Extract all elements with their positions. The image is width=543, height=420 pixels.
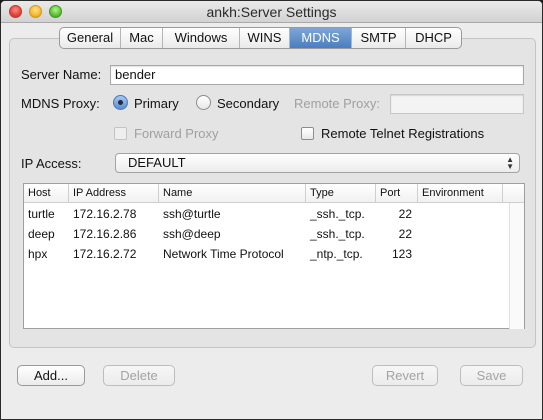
- cell-host: hpx: [28, 247, 48, 261]
- delete-button[interactable]: Delete: [103, 365, 175, 386]
- server-name-field[interactable]: bender: [110, 65, 524, 85]
- table-row[interactable]: hpx 172.16.2.72 Network Time Protocol _n…: [24, 244, 524, 264]
- cell-host: deep: [28, 227, 55, 241]
- secondary-radio-label[interactable]: Secondary: [217, 96, 279, 111]
- forward-proxy-checkbox[interactable]: [114, 127, 127, 140]
- cell-environment: [418, 204, 503, 224]
- table-row[interactable]: deep 172.16.2.86 ssh@deep _ssh._tcp. 22: [24, 224, 524, 244]
- save-button[interactable]: Save: [460, 365, 523, 386]
- cell-name: Network Time Protocol: [163, 247, 284, 261]
- column-header-type[interactable]: Type: [306, 184, 376, 202]
- primary-radio-label[interactable]: Primary: [134, 96, 179, 111]
- tab-wins[interactable]: WINS: [240, 28, 290, 48]
- table-body: turtle 172.16.2.78 ssh@turtle _ssh._tcp.…: [24, 204, 524, 264]
- remote-proxy-label: Remote Proxy:: [294, 96, 380, 111]
- revert-button[interactable]: Revert: [372, 365, 438, 386]
- mdns-proxy-label: MDNS Proxy:: [21, 96, 100, 111]
- column-header-host[interactable]: Host: [24, 184, 69, 202]
- remote-telnet-checkbox[interactable]: [301, 127, 314, 140]
- cell-port: 123: [391, 247, 412, 261]
- tab-windows[interactable]: Windows: [163, 28, 240, 48]
- tab-dhcp[interactable]: DHCP: [406, 28, 461, 48]
- column-header-environment[interactable]: Environment: [418, 184, 503, 202]
- secondary-radio[interactable]: [196, 95, 211, 110]
- column-header-port[interactable]: Port: [376, 184, 418, 202]
- ip-access-label: IP Access:: [21, 156, 82, 171]
- add-button[interactable]: Add...: [17, 365, 85, 386]
- cell-ip-address: 172.16.2.72: [73, 247, 137, 261]
- cell-port: 22: [398, 227, 412, 241]
- tab-general[interactable]: General: [60, 28, 121, 48]
- tab-mac[interactable]: Mac: [121, 28, 163, 48]
- window-title: ankh:Server Settings: [206, 4, 337, 20]
- cell-environment: [418, 244, 503, 264]
- tab-mdns[interactable]: MDNS: [290, 28, 352, 48]
- remote-telnet-label[interactable]: Remote Telnet Registrations: [321, 126, 484, 141]
- cell-ip-address: 172.16.2.86: [73, 227, 137, 241]
- column-header-name[interactable]: Name: [159, 184, 306, 202]
- server-settings-window: ankh:Server Settings General Mac Windows…: [0, 0, 543, 420]
- cell-environment: [418, 224, 503, 244]
- server-name-label: Server Name:: [21, 67, 102, 82]
- cell-host: turtle: [28, 207, 55, 221]
- table-row[interactable]: turtle 172.16.2.78 ssh@turtle _ssh._tcp.…: [24, 204, 524, 224]
- cell-type: _ntp._tcp.: [310, 247, 363, 261]
- updown-chevron-icon: ▲ ▼: [506, 155, 514, 171]
- ip-access-value: DEFAULT: [128, 155, 186, 170]
- forward-proxy-label: Forward Proxy: [134, 126, 219, 141]
- cell-port: 22: [398, 207, 412, 221]
- tab-smtp[interactable]: SMTP: [352, 28, 406, 48]
- cell-name: ssh@turtle: [163, 207, 221, 221]
- cell-type: _ssh._tcp.: [310, 207, 365, 221]
- column-header-ip-address[interactable]: IP Address: [69, 184, 159, 202]
- cell-ip-address: 172.16.2.78: [73, 207, 137, 221]
- table-scrollbar[interactable]: [509, 203, 524, 329]
- services-table: Host IP Address Name Type Port Environme…: [23, 183, 525, 329]
- cell-type: _ssh._tcp.: [310, 227, 365, 241]
- primary-radio[interactable]: [113, 95, 128, 110]
- cell-name: ssh@deep: [163, 227, 221, 241]
- remote-proxy-field[interactable]: [390, 94, 524, 114]
- table-header: Host IP Address Name Type Port Environme…: [24, 184, 524, 203]
- ip-access-select[interactable]: DEFAULT ▲ ▼: [115, 153, 520, 173]
- title-bar[interactable]: ankh:Server Settings: [1, 1, 542, 23]
- settings-tab-bar: General Mac Windows WINS MDNS SMTP DHCP: [59, 27, 462, 49]
